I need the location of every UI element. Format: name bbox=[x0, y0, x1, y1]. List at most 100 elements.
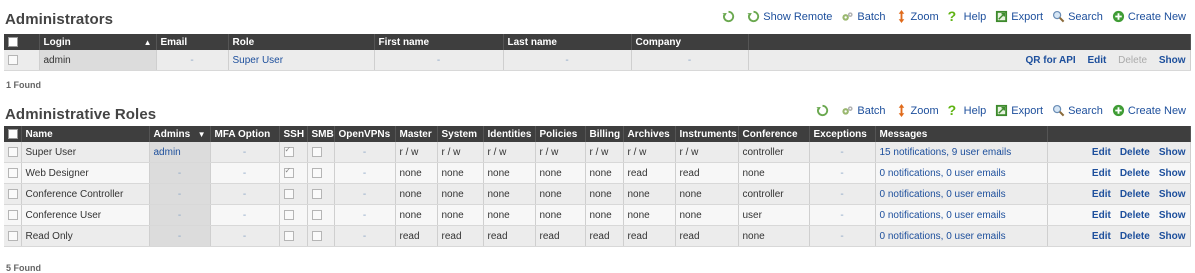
select-all-checkbox[interactable] bbox=[8, 36, 18, 47]
row-checkbox[interactable] bbox=[8, 146, 18, 157]
column-header-first-name[interactable]: First name bbox=[374, 34, 504, 50]
ssh-cell bbox=[279, 183, 308, 205]
actions-cell: Edit Delete Show bbox=[1047, 142, 1191, 163]
edit-button[interactable]: Edit bbox=[1092, 147, 1111, 158]
column-header-system[interactable]: System bbox=[437, 126, 484, 142]
ssh-checkbox bbox=[283, 188, 294, 199]
column-header-master[interactable]: Master bbox=[395, 126, 438, 142]
role-link[interactable]: Super User bbox=[233, 55, 284, 66]
messages-link[interactable]: 0 notifications, 0 user emails bbox=[880, 231, 1006, 242]
archives-permission-cell: none bbox=[623, 204, 676, 226]
qr-for-api-button[interactable]: QR for API bbox=[1026, 55, 1076, 66]
admin-link[interactable]: admin bbox=[154, 147, 181, 158]
column-header-last-name[interactable]: Last name bbox=[503, 34, 632, 50]
search-button[interactable]: Search bbox=[1052, 10, 1103, 23]
column-header-admins[interactable]: Admins ▼ bbox=[149, 126, 211, 142]
row-checkbox[interactable] bbox=[8, 188, 18, 199]
edit-button[interactable]: Edit bbox=[1092, 231, 1111, 242]
column-header-email[interactable]: Email bbox=[156, 34, 229, 50]
master-permission-cell: read bbox=[395, 225, 438, 247]
billing-permission-cell: none bbox=[585, 162, 624, 184]
column-header-name[interactable]: Name bbox=[21, 126, 150, 142]
export-label: Export bbox=[1011, 10, 1044, 23]
help-button[interactable]: ? Help bbox=[948, 9, 987, 23]
column-header-identities[interactable]: Identities bbox=[483, 126, 536, 142]
column-header-messages[interactable]: Messages bbox=[875, 126, 1048, 142]
delete-button[interactable]: Delete bbox=[1120, 189, 1150, 200]
billing-permission-cell: none bbox=[585, 204, 624, 226]
column-header-exceptions[interactable]: Exceptions bbox=[809, 126, 876, 142]
show-button[interactable]: Show bbox=[1159, 55, 1186, 66]
messages-link[interactable]: 0 notifications, 0 user emails bbox=[880, 168, 1006, 179]
delete-button[interactable]: Delete bbox=[1118, 55, 1147, 66]
select-all-cell bbox=[4, 34, 40, 50]
smb-checkbox bbox=[311, 230, 322, 241]
create-new-button[interactable]: Create New bbox=[1112, 104, 1186, 117]
zoom-button[interactable]: Zoom bbox=[895, 10, 939, 23]
column-header-instruments[interactable]: Instruments bbox=[675, 126, 739, 142]
row-select-cell bbox=[4, 162, 22, 184]
messages-link[interactable]: 15 notifications, 9 user emails bbox=[880, 147, 1012, 158]
refresh-button[interactable] bbox=[722, 10, 738, 23]
edit-button[interactable]: Edit bbox=[1092, 189, 1111, 200]
sort-descending-icon: ▼ bbox=[197, 129, 206, 139]
column-header-smb[interactable]: SMB bbox=[307, 126, 335, 142]
refresh-button[interactable] bbox=[816, 104, 832, 117]
edit-button[interactable]: Edit bbox=[1087, 55, 1106, 66]
show-button[interactable]: Show bbox=[1159, 147, 1186, 158]
export-button[interactable]: Export bbox=[995, 10, 1043, 23]
messages-cell: 0 notifications, 0 user emails bbox=[875, 225, 1048, 247]
billing-permission-cell: none bbox=[585, 183, 624, 205]
row-checkbox[interactable] bbox=[8, 54, 18, 65]
select-all-cell bbox=[4, 126, 22, 142]
show-button[interactable]: Show bbox=[1159, 189, 1186, 200]
create-new-button[interactable]: Create New bbox=[1112, 10, 1186, 23]
edit-button[interactable]: Edit bbox=[1092, 210, 1111, 221]
select-all-checkbox[interactable] bbox=[8, 128, 18, 139]
batch-label: Batch bbox=[857, 104, 886, 117]
help-button[interactable]: ? Help bbox=[948, 103, 987, 117]
ssh-checkbox bbox=[283, 209, 294, 220]
show-remote-button[interactable]: Show Remote bbox=[747, 10, 832, 23]
column-header-openvpns[interactable]: OpenVPNs bbox=[334, 126, 396, 142]
column-header-company[interactable]: Company bbox=[631, 34, 749, 50]
column-header-billing[interactable]: Billing bbox=[585, 126, 624, 142]
export-icon bbox=[996, 104, 1008, 117]
column-header-archives[interactable]: Archives bbox=[623, 126, 676, 142]
column-header-conference[interactable]: Conference bbox=[738, 126, 810, 142]
column-header-role[interactable]: Role bbox=[228, 34, 375, 50]
messages-link[interactable]: 0 notifications, 0 user emails bbox=[880, 210, 1006, 221]
show-button[interactable]: Show bbox=[1159, 210, 1186, 221]
mfa-option-cell: - bbox=[210, 142, 280, 163]
column-header-login[interactable]: Login ▲ bbox=[39, 34, 157, 50]
smb-checkbox bbox=[311, 188, 322, 199]
column-header-mfa-option[interactable]: MFA Option bbox=[210, 126, 280, 142]
admins-cell: - bbox=[149, 225, 211, 247]
row-checkbox[interactable] bbox=[8, 167, 18, 178]
edit-button[interactable]: Edit bbox=[1092, 168, 1111, 179]
search-button[interactable]: Search bbox=[1052, 104, 1103, 117]
administrators-title: Administrators bbox=[5, 11, 114, 28]
search-magnifier-icon bbox=[1053, 10, 1065, 23]
column-header-ssh[interactable]: SSH bbox=[279, 126, 308, 142]
show-button[interactable]: Show bbox=[1159, 231, 1186, 242]
messages-link[interactable]: 0 notifications, 0 user emails bbox=[880, 189, 1006, 200]
delete-button[interactable]: Delete bbox=[1120, 210, 1150, 221]
delete-button[interactable]: Delete bbox=[1120, 231, 1150, 242]
smb-checkbox bbox=[311, 146, 322, 157]
smb-cell bbox=[307, 162, 335, 184]
show-button[interactable]: Show bbox=[1159, 168, 1186, 179]
column-header-policies[interactable]: Policies bbox=[535, 126, 586, 142]
export-button[interactable]: Export bbox=[995, 104, 1043, 117]
delete-button[interactable]: Delete bbox=[1120, 168, 1150, 179]
row-checkbox[interactable] bbox=[8, 209, 18, 220]
batch-button[interactable]: Batch bbox=[841, 104, 886, 117]
delete-button[interactable]: Delete bbox=[1120, 147, 1150, 158]
billing-permission-cell: read bbox=[585, 225, 624, 247]
zoom-arrows-icon bbox=[898, 104, 904, 117]
batch-button[interactable]: Batch bbox=[841, 10, 886, 23]
zoom-button[interactable]: Zoom bbox=[895, 104, 939, 117]
login-cell: admin bbox=[39, 50, 157, 71]
roles-title: Administrative Roles bbox=[5, 106, 157, 123]
row-checkbox[interactable] bbox=[8, 230, 18, 241]
